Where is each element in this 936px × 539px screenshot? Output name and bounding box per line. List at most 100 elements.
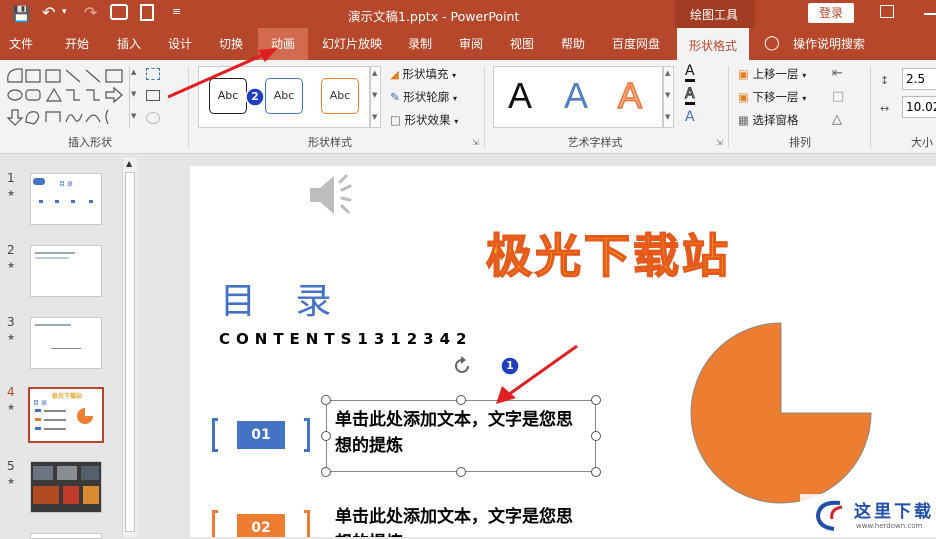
audio-icon[interactable] xyxy=(306,172,356,218)
shape-styles-gallery[interactable]: Abc Abc Abc xyxy=(198,66,370,128)
effects-icon: □ xyxy=(390,113,401,127)
login-button[interactable]: 登录 xyxy=(808,3,854,23)
text-outline-icon[interactable]: A xyxy=(685,86,695,105)
group-icon[interactable]: □ xyxy=(832,89,844,104)
shapes-gallery[interactable] xyxy=(4,66,132,128)
save-icon[interactable]: 💾 xyxy=(12,5,31,23)
resize-handle[interactable] xyxy=(591,431,601,441)
arrange-group-label: 排列 xyxy=(789,136,811,149)
tab-view[interactable]: 视图 xyxy=(498,28,546,60)
width-input[interactable]: 10.02 xyxy=(902,96,936,118)
style-preset-blue[interactable]: Abc xyxy=(265,78,303,114)
rotate-icon[interactable]: △ xyxy=(832,112,842,127)
divider xyxy=(188,66,189,148)
rotate-handle-icon[interactable] xyxy=(451,355,473,377)
edit-shape-icon[interactable] xyxy=(146,68,160,80)
selected-textbox[interactable]: 单击此处添加文本，文字是您思想的提炼 xyxy=(326,400,596,472)
resize-handle[interactable] xyxy=(456,467,466,477)
undo-icon[interactable]: ↶ xyxy=(42,3,55,22)
ribbon-tabs: 文件 开始 插入 设计 切换 动画 幻灯片放映 录制 审阅 视图 帮助 百度网盘… xyxy=(0,28,936,60)
resize-handle[interactable] xyxy=(321,467,331,477)
slide-thumbnail-3[interactable] xyxy=(30,317,102,369)
divider xyxy=(870,66,871,148)
tab-file[interactable]: 文件 xyxy=(0,28,42,60)
tab-review[interactable]: 审阅 xyxy=(446,28,496,60)
tab-transitions[interactable]: 切换 xyxy=(206,28,256,60)
tell-me-search[interactable]: 操作说明搜索 xyxy=(788,28,870,60)
customize-qat-icon[interactable]: ≡ xyxy=(172,5,181,18)
tab-baidu-netdisk[interactable]: 百度网盘 xyxy=(600,28,672,60)
slide-thumbnail-2[interactable] xyxy=(30,245,102,297)
slide-canvas: 极光下载站 目 录 CONTENTS1312342 01 单击此处添加文本，文字… xyxy=(190,166,936,537)
dialog-launcher-icon[interactable]: ⇲ xyxy=(716,138,723,147)
textbox-content-2[interactable]: 单击此处添加文本，文字是您思想的提炼 xyxy=(335,504,589,537)
textbox-content[interactable]: 单击此处添加文本，文字是您思想的提炼 xyxy=(335,407,589,459)
tab-slideshow[interactable]: 幻灯片放映 xyxy=(312,28,392,60)
divider xyxy=(484,66,485,148)
tab-shape-format[interactable]: 形状格式 xyxy=(677,28,749,60)
send-backward-button[interactable]: ▣ 下移一层 ▾ xyxy=(738,87,806,107)
oval-shape-icon xyxy=(7,89,23,101)
shape-outline-button[interactable]: ✎ 形状轮廓 ▾ xyxy=(390,87,457,107)
ribbon-display-options-icon[interactable] xyxy=(880,5,894,18)
down-arrow-shape-icon xyxy=(6,109,24,126)
shape-fill-button[interactable]: ◢ 形状填充 ▾ xyxy=(390,64,456,84)
wordart-gallery[interactable]: A A A xyxy=(493,66,663,128)
print-preview-icon[interactable] xyxy=(140,4,154,21)
tab-design[interactable]: 设计 xyxy=(156,28,204,60)
style-preset-orange[interactable]: Abc xyxy=(321,78,359,114)
line-shape-icon xyxy=(65,69,81,83)
shapes-gallery-scroll[interactable]: ▲ ▼ ▼ xyxy=(129,66,139,128)
tab-insert[interactable]: 插入 xyxy=(104,28,154,60)
bracket-shape-icon xyxy=(45,111,61,122)
style-preset-black[interactable]: Abc xyxy=(209,78,247,114)
tab-animations[interactable]: 动画 xyxy=(258,28,308,60)
merge-shapes-icon[interactable] xyxy=(146,112,160,124)
minimize-icon[interactable] xyxy=(924,13,936,15)
watermark-text: 这里下载 xyxy=(854,502,934,522)
shape-styles-scroll[interactable]: ▲ ▼ ▼ xyxy=(370,66,381,128)
resize-handle[interactable] xyxy=(321,431,331,441)
textbox-icon[interactable] xyxy=(146,90,160,101)
bring-forward-button[interactable]: ▣ 上移一层 ▾ xyxy=(738,64,806,84)
resize-handle[interactable] xyxy=(591,395,601,405)
align-icon[interactable]: ⇤ xyxy=(832,66,843,81)
resize-handle[interactable] xyxy=(321,395,331,405)
text-effects-icon[interactable]: A xyxy=(685,110,695,125)
wordart-scroll[interactable]: ▲ ▼ ▼ xyxy=(663,66,674,128)
context-tool-label: 绘图工具 xyxy=(690,8,739,22)
watermark: 这里下载 www.herdown.com xyxy=(800,494,936,537)
item-number-badge[interactable]: 02 xyxy=(237,514,285,537)
item-number-badge[interactable]: 01 xyxy=(237,421,285,449)
wordart-orange[interactable]: A xyxy=(617,74,643,117)
undo-dropdown-icon[interactable]: ▾ xyxy=(62,7,67,17)
thumbnail-scrollbar[interactable]: ▲ xyxy=(122,158,137,537)
scroll-up-icon[interactable]: ▲ xyxy=(126,159,132,168)
tab-record[interactable]: 录制 xyxy=(396,28,444,60)
scrollbar-thumb[interactable] xyxy=(125,172,135,532)
slide-thumbnail-4-selected[interactable]: 极光下载站 目 录 xyxy=(28,387,104,443)
dialog-launcher-icon[interactable]: ⇲ xyxy=(472,138,479,147)
text-fill-icon[interactable]: A xyxy=(685,64,695,82)
resize-handle[interactable] xyxy=(456,395,466,405)
slide-thumbnail-5[interactable] xyxy=(30,461,102,513)
resize-handle[interactable] xyxy=(591,467,601,477)
contents-subtitle[interactable]: CONTENTS1312342 xyxy=(219,330,472,348)
wordart-title[interactable]: 极光下载站 xyxy=(485,220,731,286)
height-input[interactable]: 2.5 xyxy=(902,68,936,90)
toc-heading[interactable]: 目 录 xyxy=(220,272,345,324)
pie-shape[interactable] xyxy=(686,318,876,508)
shape-effects-button[interactable]: □ 形状效果 ▾ xyxy=(390,110,458,130)
redo-icon[interactable]: ↷ xyxy=(84,3,97,22)
wordart-group-label: 艺术字样式 xyxy=(567,136,623,149)
slide-number: 4 xyxy=(7,385,15,399)
selection-pane-button[interactable]: ▦ 选择窗格 xyxy=(738,110,799,130)
tab-home[interactable]: 开始 xyxy=(52,28,102,60)
wordart-black[interactable]: A xyxy=(508,75,532,117)
present-from-start-icon[interactable] xyxy=(110,4,128,20)
slide-thumbnail-1[interactable]: 目 录 xyxy=(30,173,102,225)
tab-help[interactable]: 帮助 xyxy=(548,28,598,60)
wordart-blue[interactable]: A xyxy=(564,75,588,117)
height-icon: ↕ xyxy=(880,74,890,87)
slide-thumbnail-6[interactable] xyxy=(30,533,102,539)
